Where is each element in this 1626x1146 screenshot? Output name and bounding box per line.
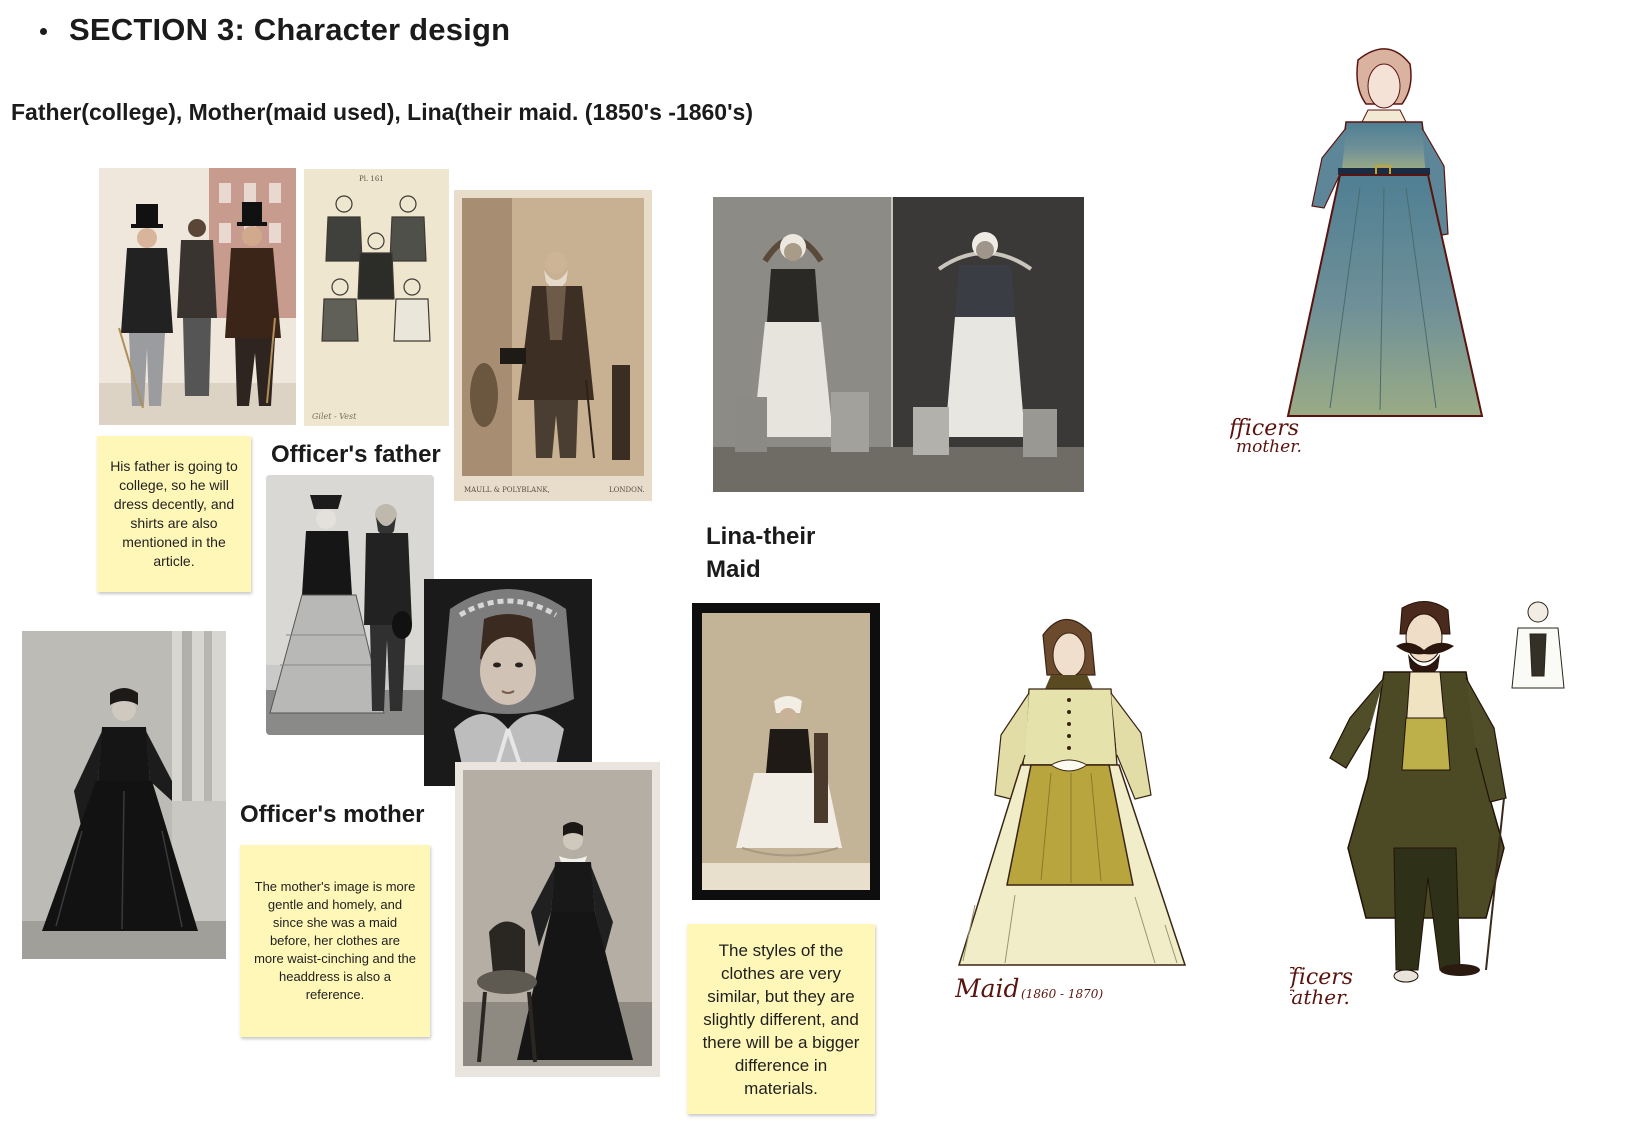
standing-woman-photo xyxy=(455,762,660,1077)
lina-label-line1: Lina-their xyxy=(706,523,816,550)
photo-standing-woman-with-chair[interactable] xyxy=(455,762,660,1077)
studio-caption-left: MAULL & POLYBLANK, xyxy=(464,486,550,494)
label-officers-father[interactable]: Officer's father xyxy=(271,441,441,469)
photo-seated-maid[interactable] xyxy=(692,603,880,900)
maid-sketch: Maid (1860 - 1870) xyxy=(955,618,1187,1003)
section-heading: SECTION 3: Character design xyxy=(40,12,510,48)
maids-photo xyxy=(713,197,1084,492)
photo-sepia-gentleman-portrait[interactable]: MAULL & POLYBLANK, LONDON. xyxy=(454,190,652,501)
mother-sketch: officers mother. xyxy=(1230,48,1484,457)
label-officers-mother[interactable]: Officer's mother xyxy=(240,801,424,829)
bullet-dot xyxy=(40,27,47,35)
studio-caption-right: LONDON. xyxy=(609,486,645,494)
maid-years-caption: (1860 - 1870) xyxy=(1021,987,1103,1001)
note-maid-text: The styles of the clothes are very simil… xyxy=(702,940,860,1098)
father-caption-line2: father. xyxy=(1290,985,1350,1009)
photo-woman-black-crinoline[interactable] xyxy=(22,631,226,959)
sepia-portrait: MAULL & POLYBLANK, LONDON. xyxy=(454,190,652,501)
photo-victorian-couple[interactable] xyxy=(266,475,434,735)
photo-maids-with-milk-yokes[interactable] xyxy=(713,197,1084,492)
waistcoat-illustration: Pl. 161 Gilet - Vest xyxy=(304,169,449,426)
note-mother-text: The mother's image is more gentle and ho… xyxy=(254,879,416,1002)
father-sketch: officers father. xyxy=(1290,601,1565,1009)
section-title[interactable]: SECTION 3: Character design xyxy=(69,12,510,48)
sticky-note-maid[interactable]: The styles of the clothes are very simil… xyxy=(687,924,875,1114)
sticky-note-father[interactable]: His father is going to college, so he wi… xyxy=(97,436,251,592)
bonnet-photo xyxy=(424,579,592,786)
gentlemen-illustration xyxy=(99,168,296,425)
plate-number: Pl. 161 xyxy=(359,175,384,183)
lina-label-line2: Maid xyxy=(706,556,761,583)
photo-waistcoat-plate[interactable]: Pl. 161 Gilet - Vest xyxy=(304,169,449,426)
sketch-officers-mother[interactable]: officers mother. xyxy=(1230,38,1530,468)
label-lina-their-maid[interactable]: Lina-their Maid xyxy=(706,520,815,586)
sketch-maid[interactable]: Maid (1860 - 1870) xyxy=(955,605,1235,1025)
photo-woman-bonnet-closeup[interactable] xyxy=(424,579,592,786)
sticky-note-mother[interactable]: The mother's image is more gentle and ho… xyxy=(240,845,430,1037)
crinoline-photo xyxy=(22,631,226,959)
mother-caption-line2: mother. xyxy=(1236,437,1302,457)
plate-caption: Gilet - Vest xyxy=(312,412,357,421)
seated-maid-photo xyxy=(702,613,870,890)
photo-gentlemen-fashion-plate[interactable] xyxy=(99,168,296,425)
maid-caption: Maid xyxy=(955,974,1020,1003)
couple-photo xyxy=(266,475,434,735)
sketch-officers-father[interactable]: officers father. xyxy=(1290,598,1590,1018)
note-father-text: His father is going to college, so he wi… xyxy=(110,458,238,569)
subtitle[interactable]: Father(college), Mother(maid used), Lina… xyxy=(11,99,753,126)
